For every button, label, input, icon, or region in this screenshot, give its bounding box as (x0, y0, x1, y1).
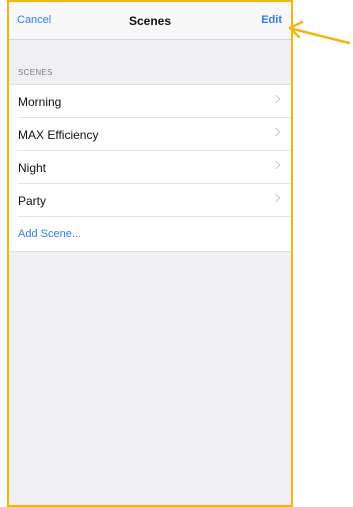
chevron-right-icon (271, 94, 281, 104)
scene-label: MAX Efficiency (18, 127, 99, 142)
scene-label: Party (18, 193, 47, 208)
navigation-bar: Cancel Scenes Edit (9, 2, 291, 40)
page-title: Scenes (128, 14, 172, 28)
chevron-right-icon (271, 127, 281, 137)
scene-label: Night (18, 160, 47, 175)
scenes-list: Morning MAX Efficiency Night Party Add S… (9, 84, 291, 252)
arrow-left-icon (288, 20, 351, 45)
edit-button[interactable]: Edit (261, 14, 282, 26)
chevron-right-icon (271, 193, 281, 203)
add-scene-label: Add Scene... (18, 228, 81, 240)
scene-row-night[interactable]: Night (9, 151, 291, 184)
scene-row-max-efficiency[interactable]: MAX Efficiency (9, 118, 291, 151)
section-header: SCENES (18, 68, 53, 77)
scene-row-party[interactable]: Party (9, 184, 291, 217)
screenshot-stage: Cancel Scenes Edit SCENES Morning MAX Ef… (0, 0, 353, 507)
scene-label: Morning (18, 94, 62, 109)
phone-screen: Cancel Scenes Edit SCENES Morning MAX Ef… (7, 0, 293, 507)
add-scene-button[interactable]: Add Scene... (9, 217, 291, 251)
chevron-right-icon (271, 160, 281, 170)
scene-row-morning[interactable]: Morning (9, 85, 291, 118)
